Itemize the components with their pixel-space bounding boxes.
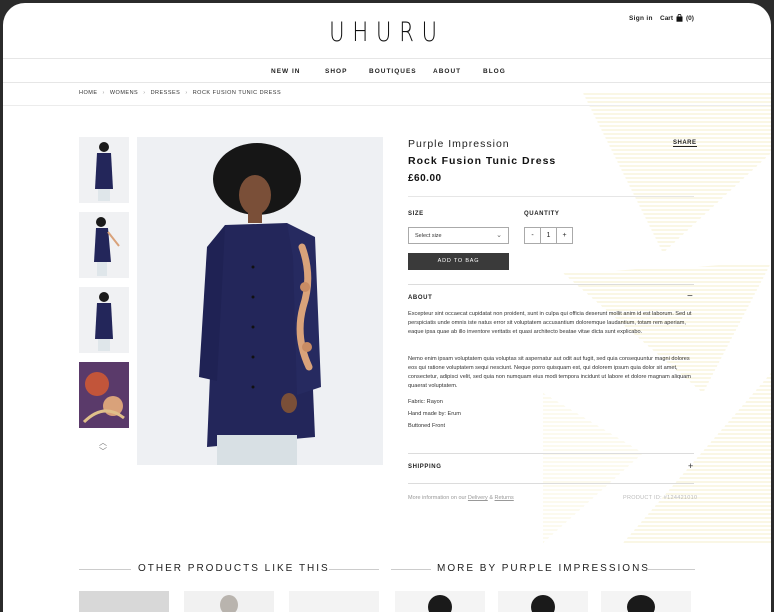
size-select[interactable]: Select size ⌄ <box>408 227 509 244</box>
size-label: SIZE <box>408 211 424 217</box>
chevron-down-icon[interactable]: ﹀ <box>99 446 107 457</box>
expand-icon[interactable]: + <box>688 461 693 471</box>
product-card[interactable] <box>289 591 379 612</box>
breadcrumb: HOME › WOMENS › DRESSES › ROCK FUSION TU… <box>79 90 281 96</box>
about-paragraph-1: Excepteur sint occaecat cupidatat non pr… <box>408 311 692 335</box>
nav-item-new-in[interactable]: NEW IN <box>271 68 300 75</box>
browser-page: UHURU Sign in Cart (0) NEW IN SHOP BOUTI… <box>3 3 771 612</box>
breadcrumb-current: ROCK FUSION TUNIC DRESS <box>192 90 282 96</box>
model-illustration <box>137 137 383 465</box>
section-rule <box>329 569 379 570</box>
handmade-detail: Hand made by: Erum <box>408 411 461 417</box>
quantity-increase-button[interactable]: + <box>556 227 573 244</box>
cart-link[interactable]: Cart (0) <box>660 14 694 22</box>
breadcrumb-divider <box>3 105 771 106</box>
nav-item-about[interactable]: ABOUT <box>433 68 461 75</box>
thumbnail-side[interactable] <box>79 212 129 278</box>
section-rule <box>391 569 431 570</box>
returns-link[interactable]: Returns <box>495 495 514 501</box>
collapse-icon[interactable]: − <box>687 291 693 302</box>
breadcrumb-dresses[interactable]: DRESSES <box>151 90 181 96</box>
more-info-amp: & <box>489 495 493 501</box>
breadcrumb-separator: › <box>102 90 105 96</box>
site-header: UHURU Sign in Cart (0) <box>3 3 771 59</box>
front-detail: Buttoned Front <box>408 423 446 429</box>
thumbnail-back[interactable] <box>79 287 129 353</box>
divider <box>408 196 694 197</box>
product-card[interactable] <box>184 591 274 612</box>
divider <box>408 453 694 454</box>
quantity-stepper: - 1 + <box>524 227 573 244</box>
cart-label: Cart <box>660 14 674 22</box>
nav-item-shop[interactable]: SHOP <box>325 68 347 75</box>
add-to-bag-button[interactable]: ADD TO BAG <box>408 253 509 270</box>
product-name: Rock Fusion Tunic Dress <box>408 155 557 167</box>
breadcrumb-separator: › <box>185 90 188 96</box>
more-by-brand-heading: MORE BY PURPLE IMPRESSIONS <box>437 563 650 574</box>
shopping-bag-icon <box>676 14 683 22</box>
thumbnail-front[interactable] <box>79 137 129 203</box>
share-link[interactable]: SHARE <box>673 140 697 147</box>
product-price: £60.00 <box>408 173 442 184</box>
chevron-down-icon: ⌄ <box>496 232 502 239</box>
about-paragraph-2: Nemo enim ipsam voluptatem quia voluptas… <box>408 356 691 389</box>
product-card[interactable] <box>498 591 588 612</box>
delivery-link[interactable]: Delivery <box>468 495 488 501</box>
product-card[interactable] <box>79 591 169 612</box>
size-select-value: Select size <box>415 233 442 239</box>
product-card-image <box>531 595 555 612</box>
main-product-image[interactable] <box>137 137 383 465</box>
product-card[interactable] <box>601 591 691 612</box>
sign-in-link[interactable]: Sign in <box>629 15 653 22</box>
quantity-decrease-button[interactable]: - <box>524 227 541 244</box>
fabric-detail: Fabric: Rayon <box>408 399 443 405</box>
quantity-label: QUANTITY <box>524 211 560 217</box>
thumbnail-detail[interactable] <box>79 362 129 428</box>
site-logo[interactable]: UHURU <box>87 17 686 48</box>
section-rule <box>79 569 131 570</box>
other-products-heading: OTHER PRODUCTS LIKE THIS <box>138 563 330 574</box>
product-card-image <box>627 595 655 612</box>
section-rule <box>647 569 695 570</box>
product-id: PRODUCT ID: #124421010 <box>623 495 698 501</box>
main-nav: NEW IN SHOP BOUTIQUES ABOUT BLOG <box>3 59 771 83</box>
cart-count: (0) <box>686 14 694 22</box>
nav-item-boutiques[interactable]: BOUTIQUES <box>369 68 417 75</box>
quantity-input[interactable]: 1 <box>540 227 557 244</box>
about-heading[interactable]: ABOUT <box>408 295 432 301</box>
product-card[interactable] <box>395 591 485 612</box>
breadcrumb-home[interactable]: HOME <box>79 90 98 96</box>
divider <box>408 284 694 285</box>
breadcrumb-separator: › <box>143 90 146 96</box>
divider <box>408 483 694 484</box>
product-card-image <box>220 595 238 612</box>
nav-item-blog[interactable]: BLOG <box>483 68 506 75</box>
more-info-text: More information on our Delivery & Retur… <box>408 495 514 501</box>
product-card-image <box>428 595 452 612</box>
product-brand[interactable]: Purple Impression <box>408 138 510 150</box>
breadcrumb-womens[interactable]: WOMENS <box>110 90 138 96</box>
more-info-prefix: More information on our <box>408 495 467 501</box>
shipping-heading[interactable]: SHIPPING <box>408 464 441 470</box>
